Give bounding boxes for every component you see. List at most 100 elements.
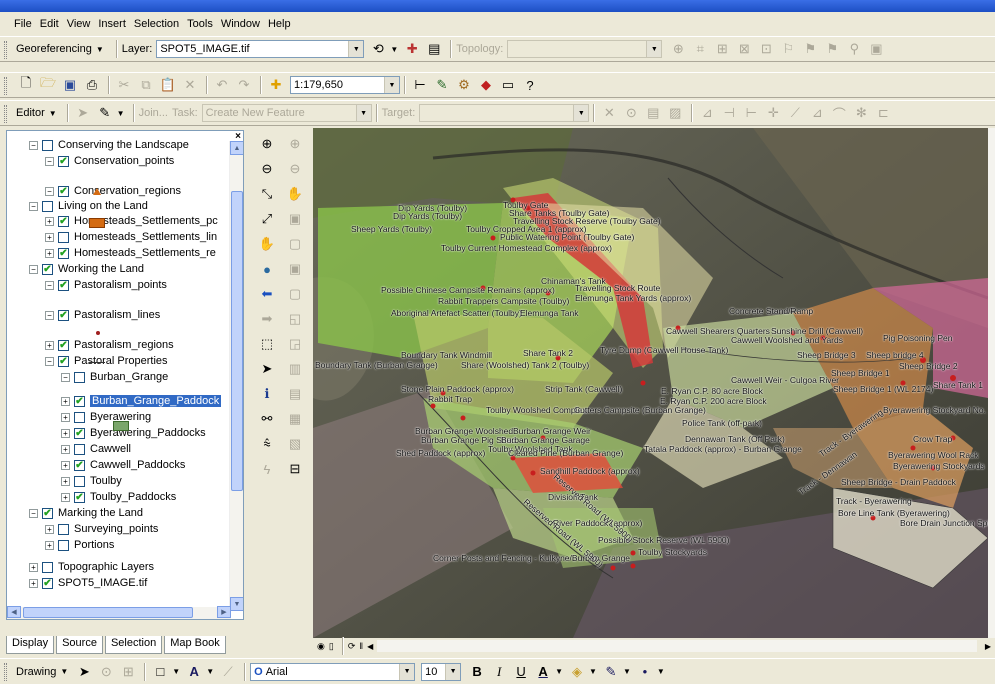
toolbar-grip[interactable] [4,105,7,123]
chevron-down-icon[interactable]: ▼ [399,663,415,680]
tab-source[interactable]: Source [56,636,103,654]
fixed-layout-zoom-out-icon[interactable]: ▢ [284,283,306,305]
toc-layer-row[interactable]: + Homesteads_Settlements_lin [45,229,217,245]
collapse-icon[interactable]: − [29,264,38,274]
target-select[interactable]: ▼ [419,104,590,122]
measure-icon[interactable]: ⩯ [256,433,278,455]
delete-icon[interactable]: ✕ [180,75,200,95]
topology-select[interactable]: ▼ [507,40,663,58]
identify-icon[interactable]: ℹ [256,383,278,405]
layout-view-toggle-icon[interactable]: ▯ [329,641,334,652]
toc-layer-row[interactable]: − Living on the Land [29,198,148,214]
rotate-tool-icon[interactable]: ⊙ [621,103,641,123]
chevron-down-icon[interactable]: ▼ [49,109,57,118]
layer-visibility-checkbox[interactable] [42,139,53,151]
tab-selection[interactable]: Selection [104,636,163,654]
toc-layer-row[interactable]: + ✔ Homesteads_Settlements_pc [45,213,218,229]
toc-layer-row[interactable]: + ✔ Cawwell_Paddocks [61,457,185,473]
underline-icon[interactable]: U [511,662,531,682]
find-icon[interactable]: ⚯ [256,408,278,430]
cut-icon[interactable]: ✂ [114,75,134,95]
toc-horizontal-scrollbar[interactable]: ◀ ▶ [7,606,231,619]
next-error-icon[interactable]: ⚑ [800,39,820,59]
expand-icon[interactable]: + [45,340,54,350]
layer-visibility-checkbox[interactable] [74,443,85,455]
expand-icon[interactable]: + [61,444,70,454]
smooth-icon[interactable]: ⌒ [829,103,849,123]
menu-help[interactable]: Help [268,18,291,30]
font-color-icon[interactable]: A [533,662,553,682]
layer-visibility-checkbox[interactable] [74,411,85,423]
toc-layer-row[interactable]: + Cawwell [61,441,131,457]
line-intersection-icon[interactable]: ✛ [763,103,783,123]
menu-insert[interactable]: Insert [98,18,126,30]
map-view[interactable]: Toulby Gate Dip Yards (Toulby) Share Tanks… [313,128,988,638]
scroll-down-icon[interactable]: ▼ [230,597,243,611]
expand-icon[interactable]: + [45,524,54,534]
copy-icon[interactable]: ⧉ [136,75,156,95]
pause-icon[interactable]: ‖ [359,641,363,651]
toc-layer-row[interactable]: + ✔ Homesteads_Settlements_re [45,245,216,261]
map-horizontal-scrollbar[interactable] [377,640,977,652]
rectangle-icon[interactable]: ⊏ [873,103,893,123]
chevron-down-icon[interactable]: ▼ [573,105,589,121]
pan-icon[interactable]: ✋ [256,233,278,255]
scroll-left-icon[interactable]: ◀ [367,642,373,651]
new-document-icon[interactable]: 🗋 [16,75,36,95]
layer-visibility-checkbox[interactable]: ✔ [74,491,85,503]
topology-tool-icon[interactable]: ⊕ [668,39,688,59]
layer-visibility-checkbox[interactable] [58,539,69,551]
fixed-zoom-in-icon[interactable]: ⤡ [256,183,278,205]
split-tool-icon[interactable]: ✕ [599,103,619,123]
link-table-icon[interactable]: ▤ [424,39,444,59]
print-icon[interactable]: ⎙ [82,75,102,95]
open-folder-icon[interactable]: 🗁 [38,75,58,95]
expand-icon[interactable]: + [61,476,70,486]
scroll-up-icon[interactable]: ▲ [230,141,243,155]
expand-icon[interactable]: + [61,428,70,438]
arctoolbox-icon[interactable]: ⚙ [454,75,474,95]
expand-icon[interactable]: + [45,248,54,258]
layer-visibility-checkbox[interactable] [58,523,69,535]
layer-visibility-checkbox[interactable] [74,475,85,487]
chevron-down-icon[interactable]: ▼ [96,45,104,54]
toc-scroll-thumb[interactable] [231,191,243,491]
chevron-down-icon[interactable]: ▼ [348,41,364,57]
trim-icon[interactable]: ⊣ [719,103,739,123]
refresh-icon[interactable]: ⟳ [348,641,356,652]
expand-icon[interactable]: + [45,216,54,226]
fill-color-icon[interactable]: ◈ [567,662,587,682]
expand-icon[interactable]: + [61,492,70,502]
tab-map-book[interactable]: Map Book [164,636,226,654]
expand-icon[interactable]: + [61,412,70,422]
full-extent-icon[interactable]: ● [256,258,278,280]
toolbox-icon[interactable]: ◆ [476,75,496,95]
layout-back-icon[interactable]: ◱ [284,308,306,330]
tab-display[interactable]: Display [6,636,55,654]
show-shared-icon[interactable]: ⚲ [844,39,864,59]
extend-icon[interactable]: ⊢ [741,103,761,123]
back-extent-icon[interactable]: ⬅ [256,283,278,305]
zoom-out-icon[interactable]: ⊖ [256,158,278,180]
chevron-down-icon[interactable]: ▼ [206,667,214,676]
redo-icon[interactable]: ↷ [234,75,254,95]
zoom-control-icon[interactable]: ▥ [284,358,306,380]
layer-visibility-checkbox[interactable]: ✔ [42,263,53,275]
chevron-down-icon[interactable]: ▼ [384,77,399,93]
select-elements-icon[interactable]: ➤ [74,662,94,682]
add-control-points-icon[interactable]: ✚ [402,39,422,59]
forward-extent-icon[interactable]: ➡ [256,308,278,330]
toc-layer-row[interactable]: − ✔ Pastoral Properties [45,353,168,369]
collapse-icon[interactable]: − [45,156,54,166]
zoom-whole-page-icon[interactable]: ▣ [284,208,306,230]
rotate-icon[interactable]: ⟲ [368,39,388,59]
toolbar-grip[interactable] [4,41,7,59]
paste-icon[interactable]: 📋 [158,75,178,95]
toc-vertical-scrollbar[interactable]: ▲ ▼ [229,141,243,611]
toc-layer-row[interactable]: + Topographic Layers [29,559,154,575]
chart-icon[interactable]: ✎ [432,75,452,95]
select-elements-icon[interactable]: ➤ [256,358,278,380]
select-features-icon[interactable]: ⬚ [256,333,278,355]
layer-select[interactable]: SPOT5_IMAGE.tif ▼ [156,40,365,58]
validate-area-icon[interactable]: ⊠ [734,39,754,59]
